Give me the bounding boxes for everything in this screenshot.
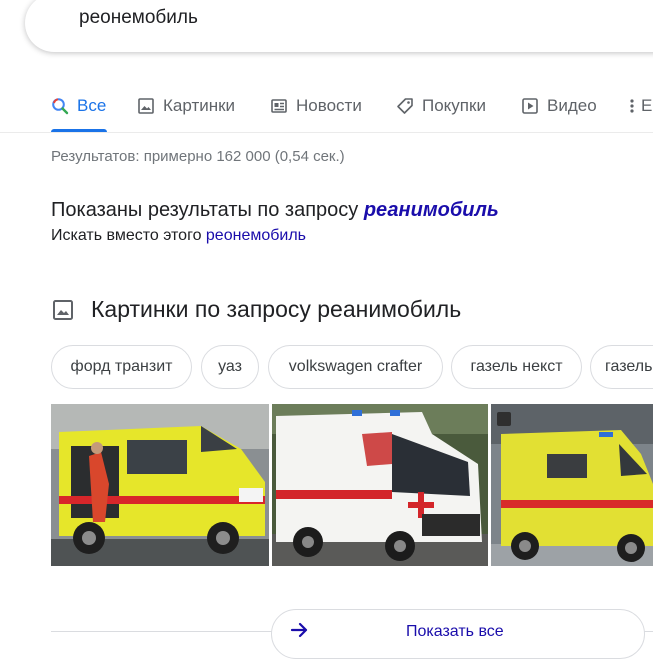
search-instead: Искать вместо этого реонемобиль bbox=[51, 227, 306, 245]
show-all-button[interactable]: Показать все bbox=[271, 609, 645, 659]
tab-label: Покупки bbox=[422, 96, 486, 115]
chip-uaz[interactable]: уаз bbox=[201, 345, 259, 389]
chip-volkswagen-crafter[interactable]: volkswagen crafter bbox=[268, 345, 443, 389]
images-section-title: Картинки по запросу реанимобиль bbox=[91, 296, 462, 322]
original-query-link[interactable]: реонемобиль bbox=[206, 227, 306, 244]
chip-ford-transit[interactable]: форд транзит bbox=[51, 345, 192, 389]
image-result-3[interactable] bbox=[491, 404, 653, 566]
arrow-right-icon bbox=[290, 622, 308, 638]
search-tabs: Все Картинки Новости Покупки Видео Е bbox=[0, 84, 653, 133]
show-all-label: Показать все bbox=[406, 623, 504, 640]
tab-shopping[interactable]: Покупки bbox=[396, 92, 486, 120]
news-icon bbox=[271, 99, 287, 113]
ambulance-photo bbox=[491, 404, 653, 566]
tab-label: Видео bbox=[547, 96, 597, 115]
images-section-header: Картинки по запросу реанимобиль bbox=[51, 296, 461, 323]
chip-gazel[interactable]: газель bbox=[590, 345, 653, 389]
corrected-query-link[interactable]: реанимобиль bbox=[364, 199, 499, 221]
search-box[interactable]: реонемобиль bbox=[25, 0, 653, 52]
result-stats: Результатов: примерно 162 000 (0,54 сек.… bbox=[51, 148, 345, 165]
showing-prefix: Показаны результаты по запросу bbox=[51, 199, 364, 221]
tab-more[interactable]: Е bbox=[627, 92, 652, 120]
tab-label: Е bbox=[641, 96, 653, 115]
tab-all[interactable]: Все bbox=[51, 92, 106, 120]
tab-label: Картинки bbox=[163, 96, 236, 115]
ambulance-photo bbox=[51, 404, 269, 566]
chip-gazel-next[interactable]: газель некст bbox=[451, 345, 582, 389]
ambulance-photo bbox=[272, 404, 488, 566]
tab-label: Новости bbox=[296, 96, 362, 115]
spelling-correction: Показаны результаты по запросу реанимоби… bbox=[51, 199, 499, 222]
instead-prefix: Искать вместо этого bbox=[51, 227, 206, 244]
tab-video[interactable]: Видео bbox=[521, 92, 597, 120]
more-vert-icon bbox=[630, 99, 634, 113]
tab-news[interactable]: Новости bbox=[270, 92, 362, 120]
image-icon bbox=[53, 299, 73, 320]
search-input[interactable]: реонемобиль bbox=[79, 7, 198, 29]
image-result-2[interactable] bbox=[272, 404, 488, 566]
image-result-1[interactable] bbox=[51, 404, 269, 566]
search-icon bbox=[52, 98, 69, 115]
play-icon bbox=[522, 98, 538, 114]
image-chips: форд транзит уаз volkswagen crafter газе… bbox=[51, 345, 653, 391]
image-icon bbox=[138, 98, 154, 114]
tag-icon bbox=[397, 98, 413, 114]
active-tab-indicator bbox=[51, 129, 107, 132]
tab-label: Все bbox=[77, 96, 107, 115]
tab-images[interactable]: Картинки bbox=[137, 92, 235, 120]
